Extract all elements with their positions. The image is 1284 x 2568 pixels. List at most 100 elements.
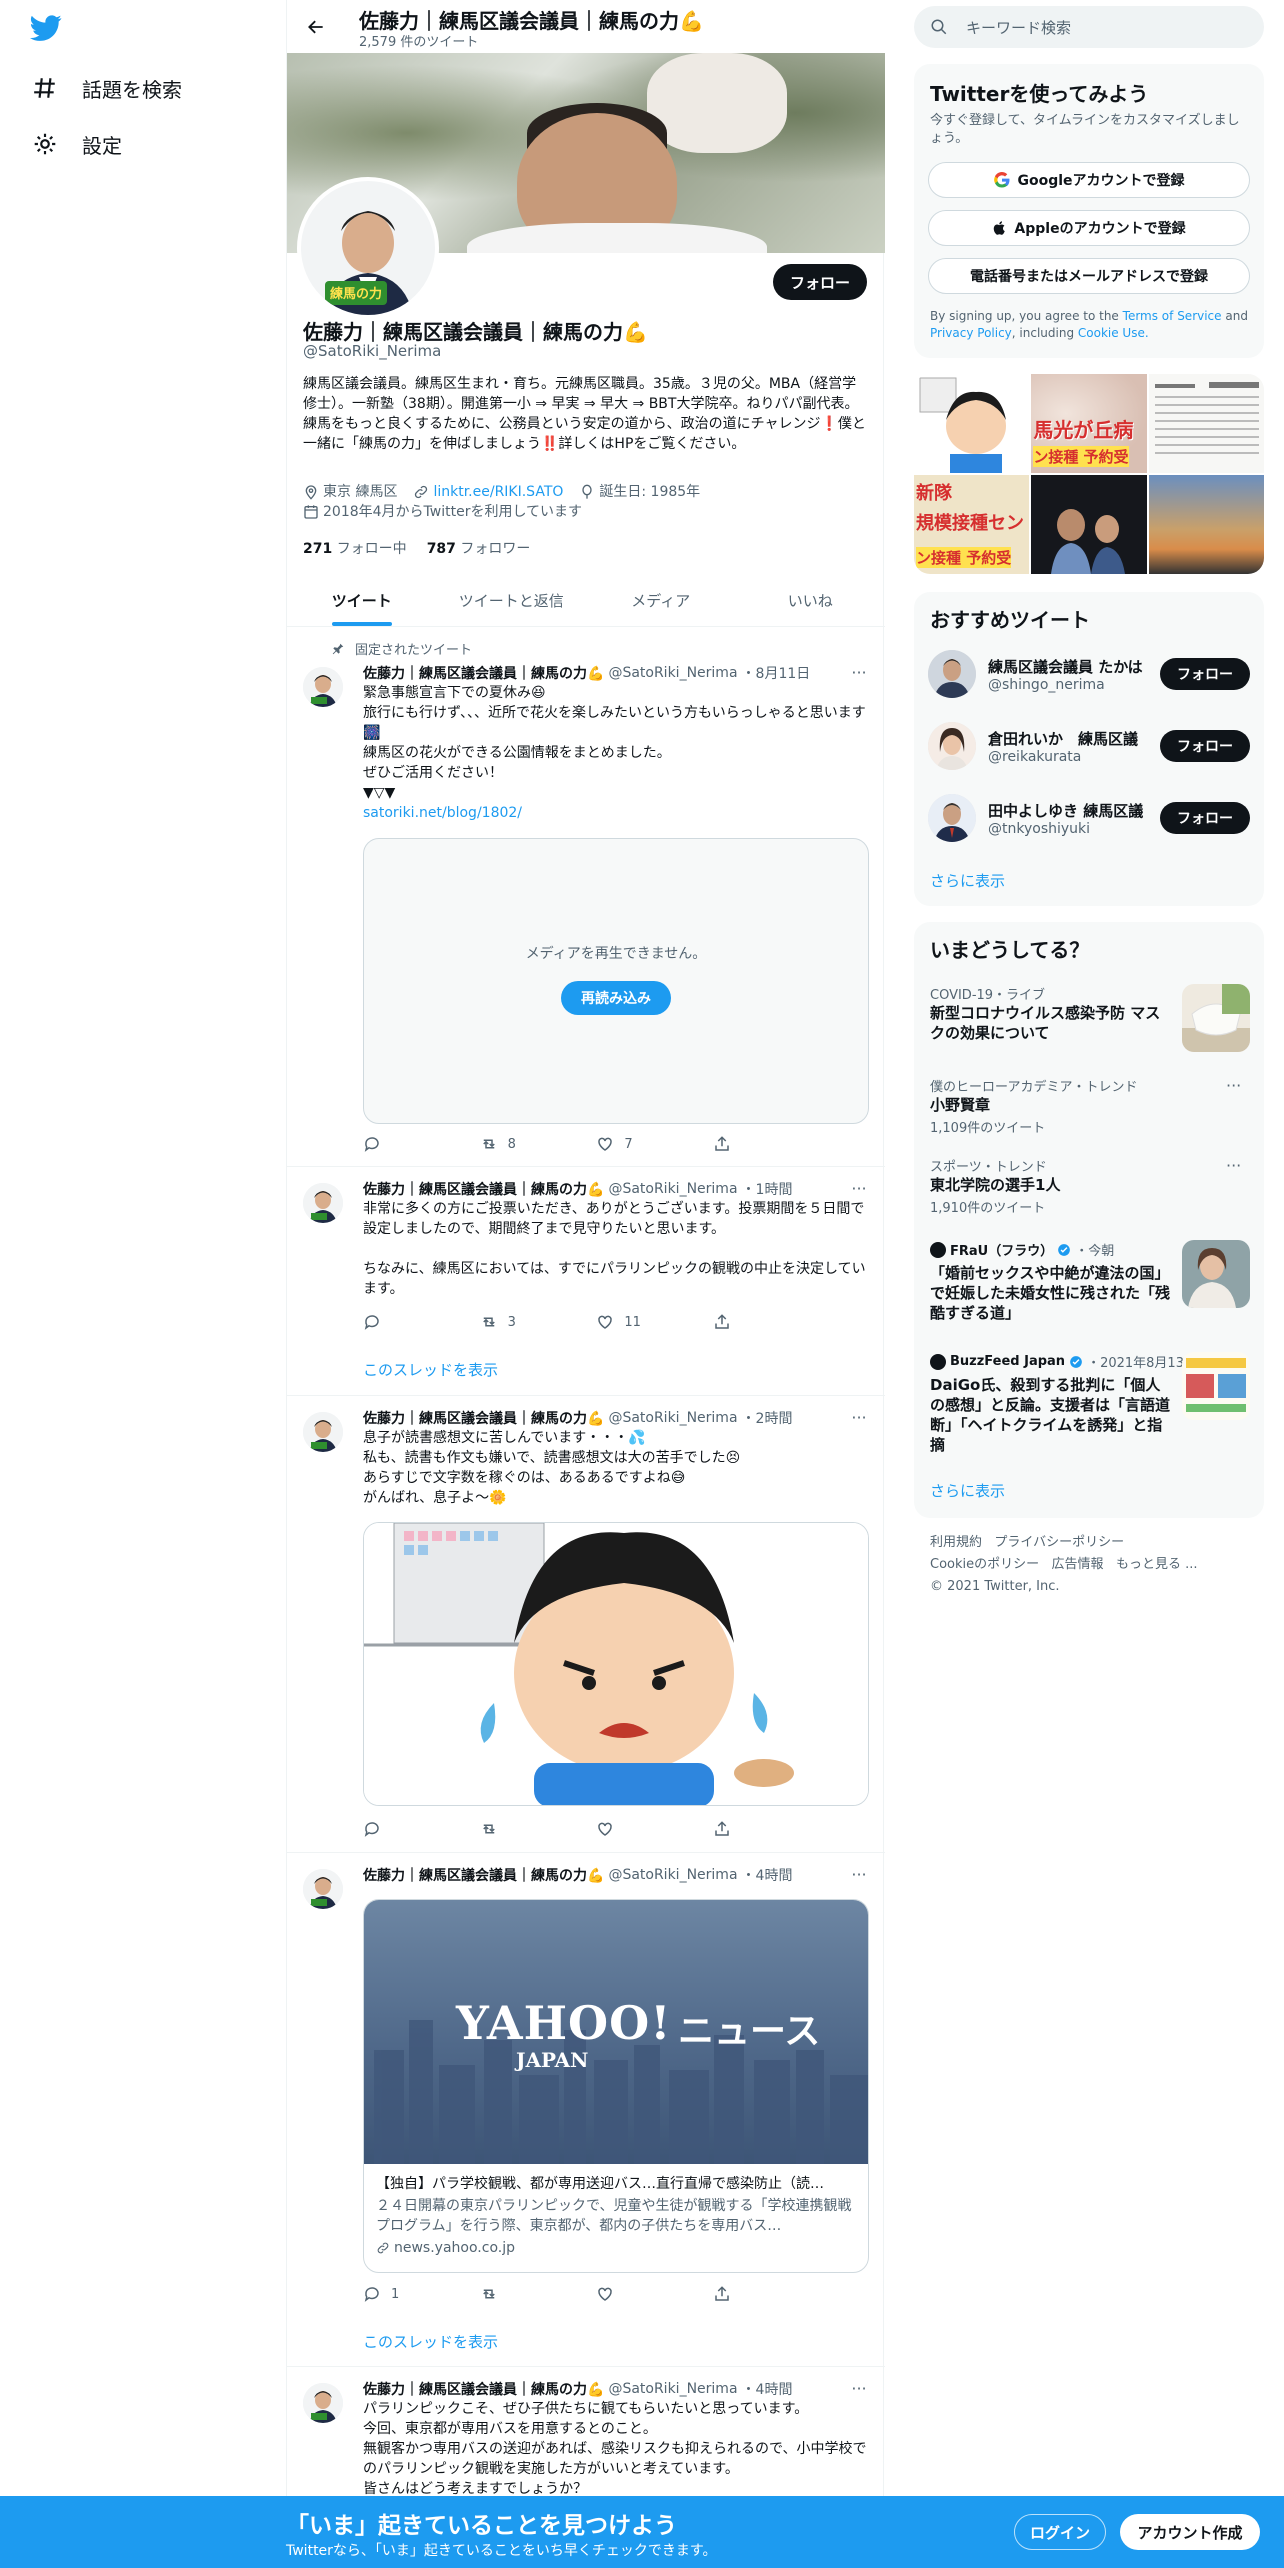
more-icon[interactable]: ··· bbox=[849, 1179, 869, 1199]
more-icon[interactable]: ··· bbox=[849, 2379, 869, 2399]
tweet-author-name[interactable]: 佐藤力｜練馬区議会議員｜練馬の力💪 bbox=[363, 2379, 604, 2399]
privacy-link[interactable]: Privacy Policy bbox=[930, 326, 1012, 340]
tweet[interactable]: 佐藤力｜練馬区議会議員｜練馬の力💪 @SatoRiki_Nerima ・2時間 … bbox=[287, 1396, 885, 1853]
show-thread-link[interactable]: このスレッドを表示 bbox=[363, 2331, 498, 2352]
follow-button[interactable]: フォロー bbox=[773, 264, 867, 300]
more-icon[interactable]: ··· bbox=[849, 1408, 869, 1428]
apple-signup-button[interactable]: Appleのアカウントで登録 bbox=[928, 210, 1250, 246]
search-box[interactable]: キーワード検索 bbox=[914, 6, 1264, 48]
tab-tweets-replies[interactable]: ツイートと返信 bbox=[437, 574, 587, 626]
avatar[interactable] bbox=[303, 667, 343, 707]
recommended-user[interactable]: 倉田れいか 練馬区議 @reikakurata フォロー bbox=[928, 722, 1250, 770]
followers-link[interactable]: 787 フォロワー bbox=[427, 538, 531, 558]
phone-email-signup-button[interactable]: 電話番号またはメールアドレスで登録 bbox=[928, 258, 1250, 294]
more-icon[interactable]: ··· bbox=[849, 663, 869, 683]
tweet-time[interactable]: ・4時間 bbox=[742, 1865, 793, 1885]
tweet-link[interactable]: satoriki.net/blog/1802/ bbox=[363, 803, 869, 823]
trend-item[interactable]: スポーツ・トレンド 東北学院の選手1人 1,910件のツイート ··· bbox=[930, 1156, 1250, 1216]
trend-item[interactable]: 僕のヒーローアカデミア・トレンド 小野賢章 1,109件のツイート ··· bbox=[930, 1076, 1250, 1136]
tab-likes[interactable]: いいね bbox=[736, 574, 886, 626]
tweet-time[interactable]: ・1時間 bbox=[742, 1179, 793, 1199]
footer-link[interactable]: Cookieのポリシー bbox=[930, 1557, 1039, 1572]
trends-show-more[interactable]: さらに表示 bbox=[930, 1480, 1005, 1501]
google-signup-button[interactable]: Googleアカウントで登録 bbox=[928, 162, 1250, 198]
tweet-time[interactable]: ・8月11日 bbox=[742, 663, 811, 683]
twitter-logo-icon[interactable] bbox=[30, 12, 70, 52]
footer-link[interactable]: 利用規約 bbox=[930, 1535, 982, 1550]
more-icon[interactable]: ··· bbox=[849, 1865, 869, 1885]
share-icon[interactable] bbox=[713, 2285, 803, 2303]
like-button[interactable]: 11 bbox=[596, 1313, 686, 1331]
back-arrow-icon[interactable] bbox=[299, 10, 333, 44]
media-thumb[interactable] bbox=[1148, 374, 1264, 473]
tweet-author-name[interactable]: 佐藤力｜練馬区議会議員｜練馬の力💪 bbox=[363, 1179, 604, 1199]
footer-link[interactable]: もっと見る ... bbox=[1116, 1557, 1198, 1572]
tweet-image[interactable] bbox=[363, 1522, 869, 1806]
tweet-author-handle[interactable]: @SatoRiki_Nerima bbox=[608, 665, 737, 681]
login-button[interactable]: ログイン bbox=[1014, 2514, 1106, 2550]
reply-icon[interactable] bbox=[363, 1820, 453, 1838]
tweet-pinned[interactable]: 固定されたツイート 佐藤力｜練馬区議会議員｜練馬の力💪 @SatoRiki_Ne… bbox=[287, 627, 885, 1167]
retweet-button[interactable]: 3 bbox=[480, 1313, 570, 1331]
heart-icon[interactable] bbox=[596, 2285, 686, 2303]
share-icon[interactable] bbox=[713, 1313, 803, 1331]
footer-link[interactable]: プライバシーポリシー bbox=[994, 1535, 1124, 1550]
tweet-author-handle[interactable]: @SatoRiki_Nerima bbox=[608, 2381, 737, 2397]
media-thumb-text: 規模接種セン bbox=[916, 513, 1024, 534]
trend-item[interactable]: COVID-19・ライブ 新型コロナウイルス感染予防 マスクの効果について bbox=[930, 984, 1250, 1052]
reply-icon[interactable] bbox=[363, 1313, 453, 1331]
profile-avatar[interactable]: 練馬の力 bbox=[297, 177, 439, 319]
nav-explore[interactable]: 話題を検索 bbox=[32, 66, 182, 110]
avatar[interactable] bbox=[303, 2383, 343, 2423]
media-thumb[interactable] bbox=[914, 374, 1030, 473]
recommended-show-more[interactable]: さらに表示 bbox=[930, 870, 1005, 891]
avatar[interactable] bbox=[303, 1183, 343, 1223]
media-thumb[interactable]: 馬光が丘病 ン接種 予約受 bbox=[1031, 374, 1147, 473]
tab-tweets[interactable]: ツイート bbox=[287, 574, 437, 626]
share-icon[interactable] bbox=[713, 1135, 803, 1153]
signup-button[interactable]: アカウント作成 bbox=[1120, 2514, 1260, 2550]
tweet[interactable]: 佐藤力｜練馬区議会議員｜練馬の力💪 @SatoRiki_Nerima ・1時間 … bbox=[287, 1167, 885, 1396]
recommended-user[interactable]: 練馬区議会議員 たかは @shingo_nerima フォロー bbox=[928, 650, 1250, 698]
heart-icon[interactable] bbox=[596, 1820, 686, 1838]
following-link[interactable]: 271 フォロー中 bbox=[303, 538, 407, 558]
media-thumb[interactable] bbox=[1148, 475, 1264, 574]
more-icon[interactable]: ··· bbox=[1226, 1076, 1241, 1095]
recommended-user[interactable]: 田中よしゆき 練馬区議 @tnkyoshiyuki フォロー bbox=[928, 794, 1250, 842]
cookie-link[interactable]: Cookie Use. bbox=[1078, 326, 1149, 340]
reload-button[interactable]: 再読み込み bbox=[561, 981, 671, 1015]
more-icon[interactable]: ··· bbox=[1226, 1156, 1241, 1175]
retweet-button[interactable]: 8 bbox=[480, 1135, 570, 1153]
profile-link[interactable]: linktr.ee/RIKI.SATO bbox=[433, 482, 563, 502]
tweet-author-name[interactable]: 佐藤力｜練馬区議会議員｜練馬の力💪 bbox=[363, 1865, 604, 1885]
reply-button[interactable]: 1 bbox=[363, 2285, 453, 2303]
retweet-icon[interactable] bbox=[480, 2285, 570, 2303]
link-card[interactable]: YAHOO! JAPAN ニュース 【独自】パラ学校観戦、都が専用送迎バス…直行… bbox=[363, 1899, 869, 2273]
media-thumb[interactable] bbox=[1031, 475, 1147, 574]
media-thumb[interactable]: 新隊 規模接種セン ン接種 予約受 bbox=[914, 475, 1030, 574]
tweet-author-name[interactable]: 佐藤力｜練馬区議会議員｜練馬の力💪 bbox=[363, 663, 604, 683]
avatar[interactable] bbox=[303, 1869, 343, 1909]
reply-icon[interactable] bbox=[363, 1135, 453, 1153]
nav-settings[interactable]: 設定 bbox=[32, 122, 122, 166]
like-button[interactable]: 7 bbox=[596, 1135, 686, 1153]
tweet-author-name[interactable]: 佐藤力｜練馬区議会議員｜練馬の力💪 bbox=[363, 1408, 604, 1428]
tweet-time[interactable]: ・2時間 bbox=[742, 1408, 793, 1428]
tweet-author-handle[interactable]: @SatoRiki_Nerima bbox=[608, 1181, 737, 1197]
follow-button[interactable]: フォロー bbox=[1160, 730, 1250, 762]
tweet-time[interactable]: ・4時間 bbox=[742, 2379, 793, 2399]
tweet-author-handle[interactable]: @SatoRiki_Nerima bbox=[608, 1867, 737, 1883]
footer-link[interactable]: 広告情報 bbox=[1052, 1557, 1104, 1572]
retweet-icon[interactable] bbox=[480, 1820, 570, 1838]
follow-button[interactable]: フォロー bbox=[1160, 802, 1250, 834]
follow-button[interactable]: フォロー bbox=[1160, 658, 1250, 690]
trend-item[interactable]: FRaU（フラウ） ・今朝 「婚前セックスや中絶が違法の国」で妊娠した未婚女性に… bbox=[930, 1240, 1250, 1323]
tweet-author-handle[interactable]: @SatoRiki_Nerima bbox=[608, 1410, 737, 1426]
show-thread-link[interactable]: このスレッドを表示 bbox=[363, 1359, 498, 1380]
avatar[interactable] bbox=[303, 1412, 343, 1452]
terms-link[interactable]: Terms of Service bbox=[1123, 309, 1222, 323]
trend-item[interactable]: BuzzFeed Japan ・2021年8月13日 DaiGo氏、殺到する批判… bbox=[930, 1352, 1250, 1455]
tab-media[interactable]: メディア bbox=[586, 574, 736, 626]
share-icon[interactable] bbox=[713, 1820, 803, 1838]
tweet[interactable]: 佐藤力｜練馬区議会議員｜練馬の力💪 @SatoRiki_Nerima ・4時間 … bbox=[287, 1853, 885, 2367]
